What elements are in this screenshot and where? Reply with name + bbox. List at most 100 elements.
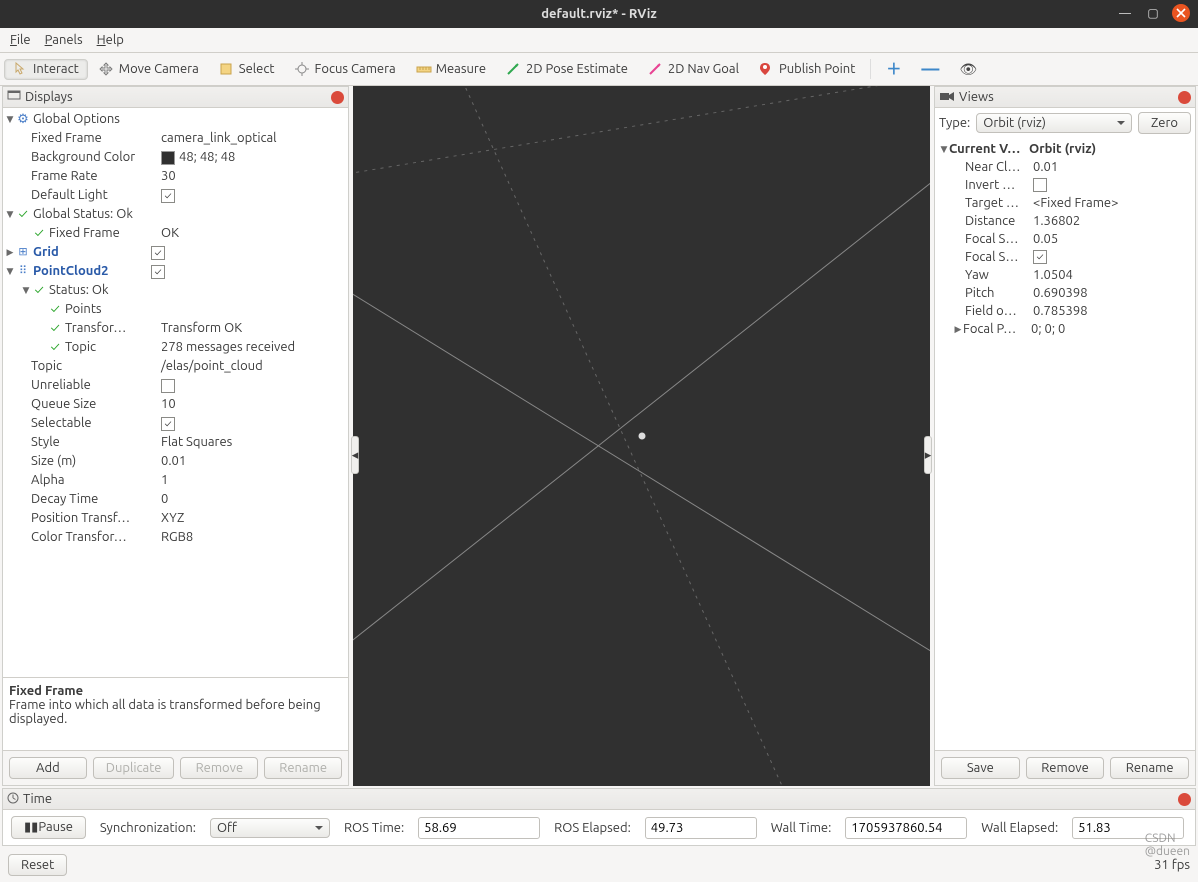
rename-view-button[interactable]: Rename (1110, 757, 1189, 779)
prop-unreliable[interactable]: Unreliable (31, 376, 161, 395)
prop-topic[interactable]: Topic (31, 357, 161, 376)
ros-time-field[interactable] (418, 817, 540, 839)
focal-point-icon (638, 433, 645, 440)
prop-target-frame[interactable]: Target … (965, 194, 1033, 213)
tool-select[interactable]: Select (210, 59, 284, 80)
checkbox[interactable]: ✓ (161, 189, 175, 203)
tree-item-global-status[interactable]: Global Status: Ok (33, 205, 133, 224)
maximize-button[interactable]: ▢ (1144, 4, 1162, 22)
expand-toggle[interactable]: ▶ (5, 243, 15, 262)
tool-add[interactable]: ＋ (877, 60, 910, 78)
prop-distance[interactable]: Distance (965, 212, 1033, 231)
remove-button[interactable]: Remove (180, 757, 258, 779)
expand-toggle[interactable]: ▼ (5, 110, 15, 129)
status-topic: Topic (65, 338, 161, 357)
ros-elapsed-field[interactable] (645, 817, 757, 839)
tool-remove[interactable]: — (912, 64, 948, 74)
prop-selectable[interactable]: Selectable (31, 414, 161, 433)
expand-toggle[interactable]: ▼ (939, 140, 949, 159)
menu-bar: File Panels Help (0, 28, 1198, 53)
checkbox[interactable]: ✓ (1033, 250, 1047, 264)
toolbar-separator (870, 59, 871, 79)
remove-view-button[interactable]: Remove (1026, 757, 1105, 779)
splitter-right[interactable]: ▸ (924, 436, 932, 474)
prop-fixed-frame[interactable]: Fixed Frame (31, 129, 161, 148)
title-bar: default.rviz* - RViz — ▢ (0, 0, 1198, 28)
add-button[interactable]: Add (9, 757, 87, 779)
zero-button[interactable]: Zero (1138, 112, 1191, 134)
views-tree[interactable]: ▼Current V…Orbit (rviz) Near Cl…0.01 Inv… (935, 138, 1195, 750)
prop-background-color[interactable]: Background Color (31, 148, 161, 167)
tool-toggle-visibility[interactable]: 👁 (950, 58, 986, 81)
checkbox[interactable]: ✓ (161, 417, 175, 431)
tool-measure[interactable]: Measure (407, 59, 495, 80)
render-viewport[interactable]: ◂ ▸ (353, 86, 930, 786)
panel-close-icon[interactable] (331, 91, 344, 104)
prop-size[interactable]: Size (m) (31, 452, 161, 471)
prop-current-view[interactable]: Current V… (949, 140, 1029, 159)
gear-icon: ⚙ (15, 113, 31, 127)
tree-item-grid[interactable]: Grid (33, 243, 151, 262)
panel-close-icon[interactable] (1178, 91, 1191, 104)
tool-interact[interactable]: Interact (4, 59, 88, 80)
displays-tree[interactable]: ▼ ⚙ Global Options Fixed Framecamera_lin… (3, 108, 348, 677)
prop-focal-shape-size[interactable]: Focal S… (965, 230, 1033, 249)
prop-position-transformer[interactable]: Position Transf… (31, 509, 161, 528)
menu-panels[interactable]: Panels (45, 33, 83, 47)
save-button[interactable]: Save (941, 757, 1020, 779)
menu-file[interactable]: File (10, 33, 31, 47)
pose-estimate-icon (506, 62, 521, 77)
pause-button[interactable]: ▮▮Pause (11, 816, 86, 839)
tree-item-global-options[interactable]: Global Options (33, 110, 120, 129)
expand-toggle[interactable]: ▼ (5, 262, 15, 281)
checkbox[interactable] (161, 379, 175, 393)
view-type-combo[interactable]: Orbit (rviz) (976, 113, 1132, 133)
prop-focal-shape-fixed[interactable]: Focal S… (965, 248, 1033, 267)
expand-toggle[interactable]: ▶ (953, 320, 963, 339)
prop-frame-rate[interactable]: Frame Rate (31, 167, 161, 186)
color-swatch[interactable] (161, 151, 175, 165)
prop-near-clip[interactable]: Near Cl… (965, 158, 1033, 177)
prop-queue-size[interactable]: Queue Size (31, 395, 161, 414)
tree-item-pointcloud2[interactable]: PointCloud2 (33, 262, 151, 281)
watermark-text: CSDN @dueen (1145, 832, 1190, 858)
minimize-button[interactable]: — (1116, 4, 1134, 22)
splitter-left[interactable]: ◂ (351, 436, 359, 474)
tool-2d-pose-estimate[interactable]: 2D Pose Estimate (497, 59, 637, 80)
window-title: default.rviz* - RViz (541, 7, 657, 21)
prop-focal-point[interactable]: Focal P… (963, 320, 1031, 339)
close-button[interactable] (1172, 4, 1190, 22)
tool-publish-point[interactable]: Publish Point (750, 59, 864, 80)
check-icon: ✓ (47, 341, 63, 355)
select-icon (219, 62, 234, 77)
expand-toggle[interactable]: ▼ (21, 281, 31, 300)
prop-invert-z[interactable]: Invert … (965, 176, 1033, 195)
menu-help[interactable]: Help (97, 33, 124, 47)
wall-time-field[interactable] (845, 817, 967, 839)
rename-button[interactable]: Rename (264, 757, 342, 779)
duplicate-button[interactable]: Duplicate (93, 757, 175, 779)
panel-close-icon[interactable] (1178, 793, 1191, 806)
checkbox[interactable]: ✓ (151, 246, 165, 260)
prop-yaw[interactable]: Yaw (965, 266, 1033, 285)
tool-move-camera[interactable]: Move Camera (90, 59, 208, 80)
prop-default-light[interactable]: Default Light (31, 186, 161, 205)
time-title: Time (23, 792, 52, 806)
eye-icon: 👁 (959, 61, 977, 78)
prop-color-transformer[interactable]: Color Transfor… (31, 528, 161, 547)
prop-alpha[interactable]: Alpha (31, 471, 161, 490)
checkbox[interactable]: ✓ (151, 265, 165, 279)
prop-style[interactable]: Style (31, 433, 161, 452)
reset-button[interactable]: Reset (8, 854, 67, 876)
check-icon: ✓ (31, 284, 47, 298)
prop-field-of-view[interactable]: Field o… (965, 302, 1033, 321)
expand-toggle[interactable]: ▼ (5, 205, 15, 224)
desc-title: Fixed Frame (9, 684, 83, 698)
prop-pitch[interactable]: Pitch (965, 284, 1033, 303)
check-icon: ✓ (47, 322, 63, 336)
prop-decay-time[interactable]: Decay Time (31, 490, 161, 509)
checkbox[interactable] (1033, 178, 1047, 192)
tool-2d-nav-goal[interactable]: 2D Nav Goal (639, 59, 748, 80)
sync-combo[interactable]: Off (210, 818, 330, 838)
tool-focus-camera[interactable]: Focus Camera (286, 59, 405, 80)
